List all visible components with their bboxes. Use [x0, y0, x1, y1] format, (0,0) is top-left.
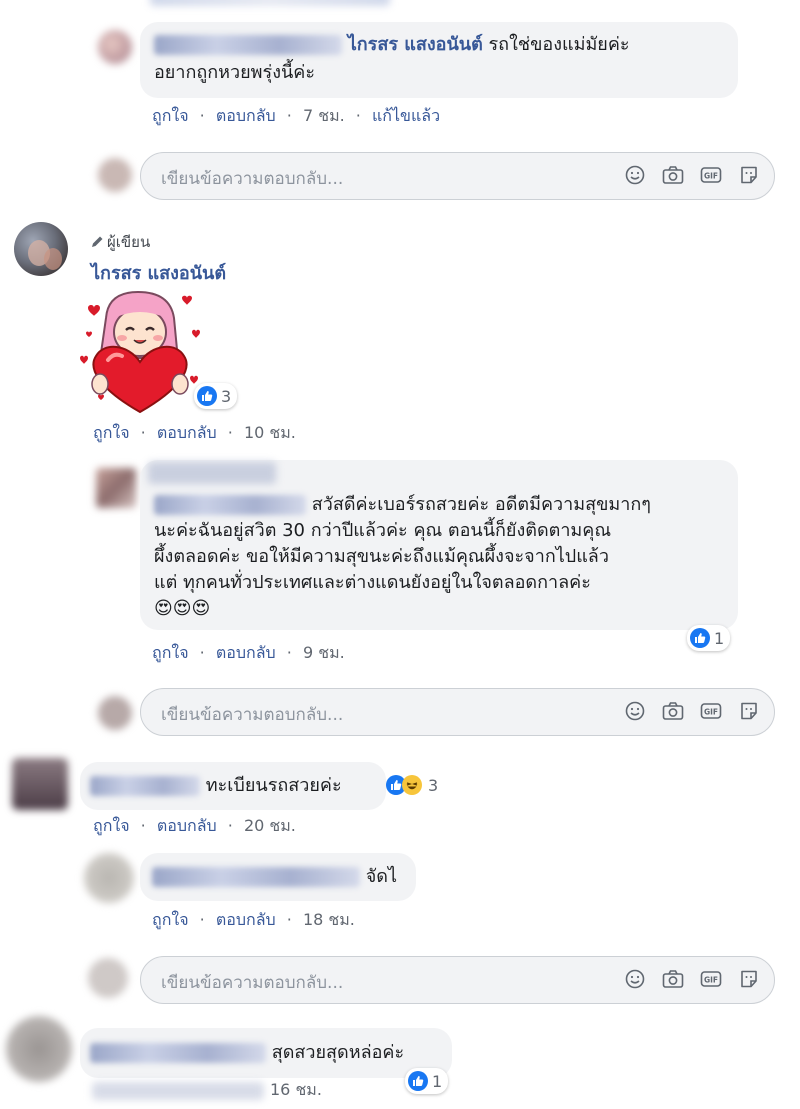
timestamp[interactable]: 10 ชม. — [244, 423, 296, 442]
top-meta-fragment — [150, 0, 390, 6]
comment-actions: ถูกใจ · ตอบกลับ · 20 ชม. — [93, 816, 296, 835]
avatar — [98, 696, 132, 730]
like-link[interactable]: ถูกใจ — [152, 106, 189, 125]
blurred-name — [154, 495, 306, 515]
tagged-author-link[interactable]: ไกรสร แสงอนันต์ — [348, 34, 483, 55]
comment-text: สุดสวยสุดหล่อค่ะ — [271, 1042, 405, 1063]
comment-actions: ถูกใจ · ตอบกลับ · 10 ชม. — [93, 423, 296, 442]
like-icon — [197, 386, 217, 406]
gif-icon[interactable]: GIF — [700, 968, 722, 990]
avatar[interactable] — [84, 853, 134, 903]
comment-bubble: ไกรสร แสงอนันต์ รถใช่ของแม่มัยค่ะ อยากถู… — [140, 22, 738, 98]
reaction-summary[interactable]: 3 — [386, 775, 438, 795]
blurred-name — [148, 462, 276, 484]
avatar — [88, 958, 128, 998]
avatar — [98, 158, 132, 192]
sticker-icon[interactable] — [738, 968, 760, 990]
author-badge: ผู้เขียน — [90, 230, 150, 254]
timestamp[interactable]: 9 ชม. — [303, 643, 345, 662]
comment-text-line1: สวัสดีค่ะเบอร์รถสวยค่ะ อดีตมีความสุขมากๆ — [311, 494, 651, 515]
blurred-name — [90, 1043, 266, 1063]
reply-link[interactable]: ตอบกลับ — [216, 106, 276, 125]
comment-text: รถใช่ของแม่มัยค่ะ — [488, 34, 630, 55]
like-icon — [408, 1071, 428, 1091]
like-icon — [690, 628, 710, 648]
avatar[interactable] — [12, 758, 68, 810]
blurred-name — [154, 35, 342, 55]
sticker-icon[interactable] — [738, 700, 760, 722]
like-link[interactable]: ถูกใจ — [93, 816, 130, 835]
emoji-icon[interactable] — [624, 700, 646, 722]
comment-actions: ถูกใจ · ตอบกลับ · 18 ชม. — [152, 910, 355, 929]
emoji-icon[interactable] — [624, 164, 646, 186]
svg-text:GIF: GIF — [704, 172, 718, 181]
timestamp[interactable]: 16 ชม. — [270, 1078, 322, 1103]
emoji-text: 😍😍😍 — [154, 598, 211, 619]
reply-input[interactable]: เขียนข้อความตอบกลับ... GIF — [140, 152, 775, 200]
timestamp[interactable]: 18 ชม. — [303, 910, 355, 929]
camera-icon[interactable] — [662, 164, 684, 186]
comment-text-line2: อยากถูกหวยพรุ่งนี้ค่ะ — [154, 62, 316, 83]
comment-actions: ถูกใจ · ตอบกลับ · 7 ชม. · แก้ไขแล้ว — [152, 106, 441, 125]
svg-text:GIF: GIF — [704, 708, 718, 717]
reply-link[interactable]: ตอบกลับ — [157, 423, 217, 442]
svg-text:GIF: GIF — [704, 976, 718, 985]
pencil-icon — [92, 236, 103, 247]
blurred-meta — [92, 1082, 264, 1100]
camera-icon[interactable] — [662, 968, 684, 990]
blurred-name — [152, 867, 360, 887]
timestamp[interactable]: 20 ชม. — [244, 816, 296, 835]
comment-bubble: ทะเบียนรถสวยค่ะ — [80, 762, 386, 810]
like-link[interactable]: ถูกใจ — [152, 643, 189, 662]
like-link[interactable]: ถูกใจ — [152, 910, 189, 929]
reply-link[interactable]: ตอบกลับ — [216, 910, 276, 929]
reaction-summary[interactable]: 1 — [687, 625, 731, 651]
comment-text: จัดไ — [365, 866, 398, 887]
haha-icon — [402, 775, 422, 795]
comment-text-line4: แต่ ทุกคนทั่วประเทศและต่างแดนยังอยู่ในใจ… — [154, 572, 591, 593]
reply-link[interactable]: ตอบกลับ — [216, 643, 276, 662]
emoji-icon[interactable] — [624, 968, 646, 990]
comment-text-line3: ผึ้งตลอดค่ะ ขอให้มีความสุขนะค่ะถึงแม้คุณ… — [154, 546, 609, 567]
reply-link[interactable]: ตอบกลับ — [157, 816, 217, 835]
avatar[interactable] — [96, 468, 136, 508]
reaction-summary[interactable]: 1 — [405, 1068, 449, 1094]
timestamp[interactable]: 7 ชม. — [303, 106, 345, 125]
comment-bubble: สุดสวยสุดหล่อค่ะ — [80, 1028, 452, 1078]
like-link[interactable]: ถูกใจ — [93, 423, 130, 442]
author-avatar[interactable] — [14, 222, 68, 276]
comment-text-line2: นะค่ะฉันอยู่สวิต 30 กว่าปีแล้วค่ะ คุณ ตอ… — [154, 520, 612, 541]
gif-icon[interactable]: GIF — [700, 700, 722, 722]
reply-input[interactable]: เขียนข้อความตอบกลับ... GIF — [140, 688, 775, 736]
camera-icon[interactable] — [662, 700, 684, 722]
reaction-summary[interactable]: 3 — [194, 383, 238, 409]
comment-bubble: สวัสดีค่ะเบอร์รถสวยค่ะ อดีตมีความสุขมากๆ… — [140, 460, 738, 630]
sticker-icon[interactable] — [738, 164, 760, 186]
reply-input[interactable]: เขียนข้อความตอบกลับ... GIF — [140, 956, 775, 1004]
comment-actions: ถูกใจ · ตอบกลับ · 9 ชม. — [152, 643, 345, 662]
comment-text: ทะเบียนรถสวยค่ะ — [205, 775, 342, 796]
avatar[interactable] — [98, 30, 132, 64]
gif-icon[interactable]: GIF — [700, 164, 722, 186]
author-name-link[interactable]: ไกรสร แสงอนันต์ — [91, 258, 226, 287]
edited-label[interactable]: แก้ไขแล้ว — [372, 106, 440, 125]
avatar[interactable] — [6, 1016, 72, 1082]
comment-bubble: จัดไ — [140, 853, 416, 901]
love-sticker[interactable] — [78, 288, 208, 416]
blurred-name — [90, 776, 200, 796]
